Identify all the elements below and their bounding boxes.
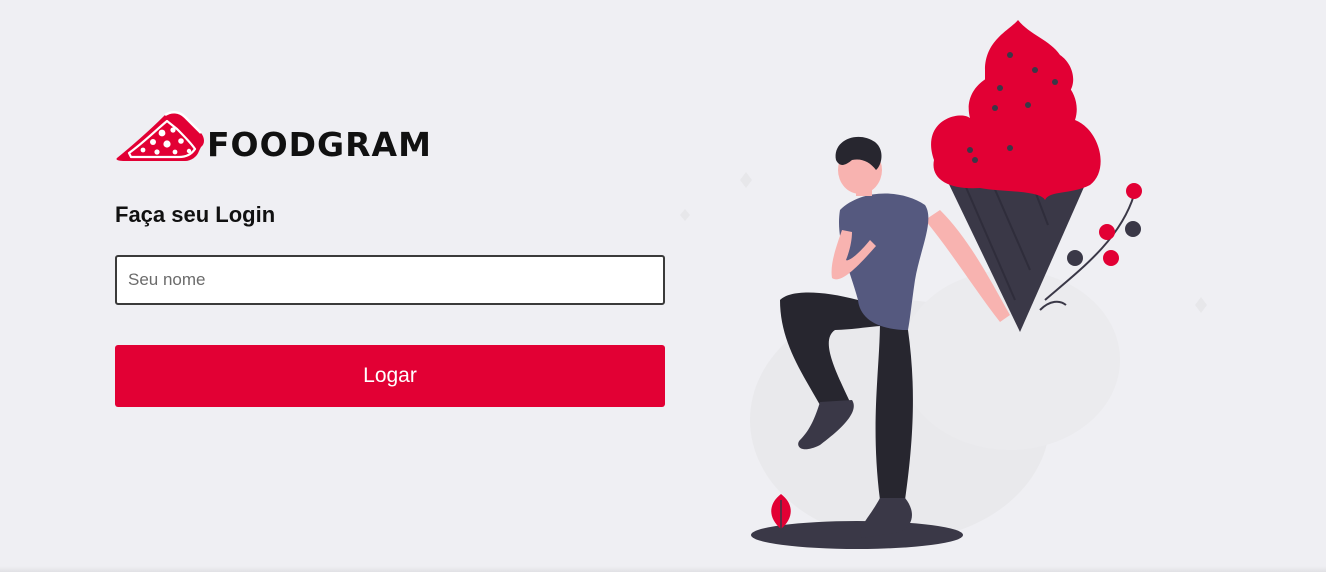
brand-logo: FOODGRAM	[115, 105, 665, 163]
pizza-slice-icon	[116, 111, 204, 161]
bottom-shadow	[0, 566, 1326, 572]
login-page: FOODGRAM Faça seu Login Logar	[0, 0, 1326, 572]
login-title: Faça seu Login	[115, 202, 276, 227]
man-with-ice-cream-illustration	[680, 20, 1207, 549]
brand-name: FOODGRAM	[207, 125, 432, 164]
login-button[interactable]: Logar	[115, 345, 665, 408]
name-input[interactable]	[115, 255, 665, 306]
login-panel: FOODGRAM Faça seu Login Logar	[115, 105, 665, 408]
